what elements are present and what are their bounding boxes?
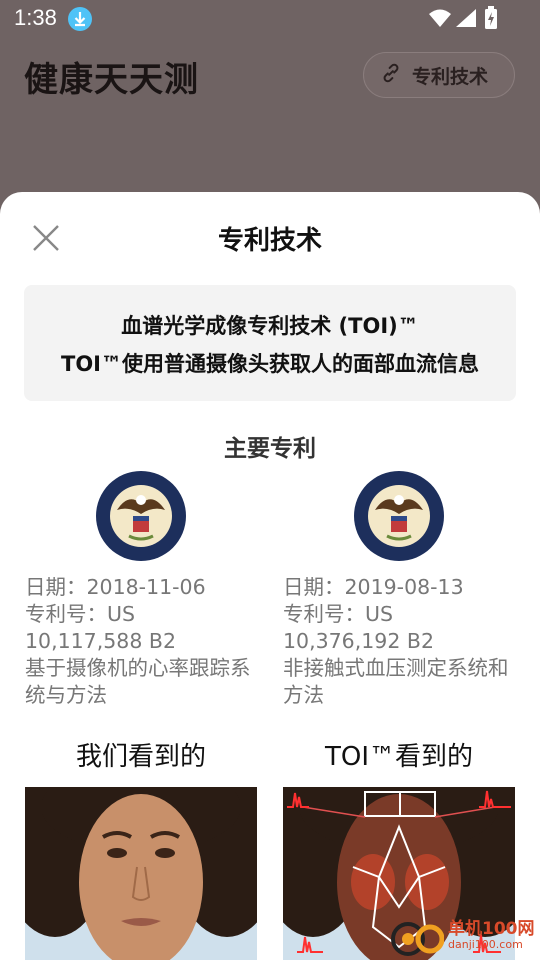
- normal-view-title: 我们看到的: [75, 742, 206, 772]
- toi-view-title: TOI™看到的: [324, 742, 473, 772]
- download-icon: [68, 7, 92, 31]
- patent-date: 日期：2019-08-13: [283, 575, 464, 599]
- patent-number: 10,376,192 B2: [283, 629, 434, 653]
- wifi-icon: [428, 8, 452, 34]
- patent-card: 日期：2019-08-13 专利号：US 10,376,192 B2 非接触式血…: [283, 470, 519, 709]
- link-icon: [380, 62, 402, 89]
- intro-line-2: TOI™使用普通摄像头获取人的面部血流信息: [61, 352, 479, 376]
- intro-card: 血谱光学成像专利技术 (TOI)™ TOI™使用普通摄像头获取人的面部血流信息: [24, 285, 516, 401]
- sheet-title: 专利技术: [217, 226, 322, 256]
- patent-number-label: 专利号：US: [25, 602, 136, 626]
- site-watermark: 单机100网 danji100.com: [390, 910, 540, 960]
- patent-bottom-sheet: 专利技术 血谱光学成像专利技术 (TOI)™ TOI™使用普通摄像头获取人的面部…: [0, 192, 540, 960]
- patent-card: 日期：2018-11-06 专利号：US 10,117,588 B2 基于摄像机…: [25, 470, 261, 709]
- patent-number: 10,117,588 B2: [25, 629, 176, 653]
- watermark-text: 单机100网: [448, 919, 535, 939]
- uspto-seal-icon: [96, 471, 186, 561]
- watermark-logo-icon: [391, 922, 444, 956]
- patent-number-label: 专利号：US: [283, 602, 394, 626]
- patent-description: 非接触式血压测定系统和方法: [283, 656, 509, 707]
- app-title: 健康天天测: [24, 60, 199, 100]
- status-time: 1:38: [14, 5, 57, 30]
- patent-date: 日期：2018-11-06: [25, 575, 206, 599]
- patent-description: 基于摄像机的心率跟踪系统与方法: [25, 656, 251, 707]
- section-title: 主要专利: [224, 436, 316, 462]
- watermark-url: danji100.com: [448, 938, 523, 951]
- signal-icon: [455, 8, 477, 34]
- patent-tech-chip[interactable]: 专利技术: [363, 52, 515, 98]
- uspto-seal-icon: [354, 471, 444, 561]
- battery-charging-icon: [484, 6, 498, 36]
- status-bar: 1:38: [0, 0, 540, 38]
- face-photo: [25, 787, 257, 960]
- intro-line-1: 血谱光学成像专利技术 (TOI)™: [121, 314, 419, 338]
- patent-chip-label: 专利技术: [412, 65, 489, 88]
